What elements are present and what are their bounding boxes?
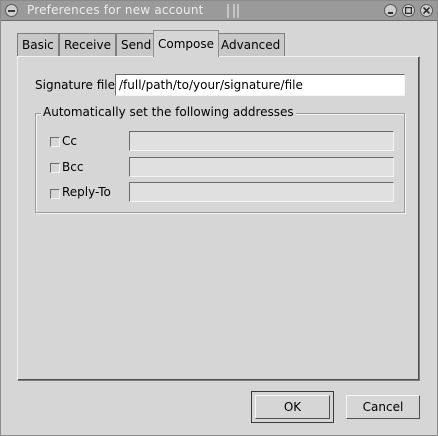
cc-label: Cc bbox=[62, 134, 77, 148]
tab-advanced[interactable]: Advanced bbox=[216, 33, 286, 56]
ok-button[interactable]: OK bbox=[255, 395, 330, 419]
minimize-icon[interactable] bbox=[384, 4, 397, 17]
close-icon[interactable] bbox=[420, 4, 433, 17]
addresses-frame-label: Automatically set the following addresse… bbox=[41, 105, 296, 119]
reply-to-checkbox[interactable] bbox=[50, 189, 60, 199]
tab-basic[interactable]: Basic bbox=[17, 33, 59, 56]
cancel-button[interactable]: Cancel bbox=[346, 395, 420, 419]
tab-send[interactable]: Send bbox=[116, 33, 157, 56]
signature-file-label: Signature file bbox=[35, 78, 115, 92]
reply-to-input[interactable] bbox=[129, 182, 394, 202]
window-title: Preferences for new account bbox=[27, 3, 204, 17]
bcc-checkbox[interactable] bbox=[50, 163, 60, 173]
cc-input[interactable] bbox=[129, 131, 394, 151]
preferences-window: Preferences for new account Basic Receiv… bbox=[0, 0, 438, 436]
cc-checkbox[interactable] bbox=[50, 137, 60, 147]
tab-compose[interactable]: Compose bbox=[153, 30, 220, 57]
tab-receive[interactable]: Receive bbox=[59, 33, 116, 56]
bcc-input[interactable] bbox=[129, 157, 394, 177]
signature-file-input[interactable]: /full/path/to/your/signature/file bbox=[115, 74, 405, 96]
title-grip-line bbox=[233, 4, 235, 18]
bcc-label: Bcc bbox=[62, 160, 84, 174]
reply-to-label: Reply-To bbox=[62, 185, 111, 199]
maximize-icon[interactable] bbox=[402, 4, 415, 17]
window-menu-icon[interactable] bbox=[5, 4, 18, 17]
title-bar[interactable]: Preferences for new account bbox=[1, 1, 437, 21]
